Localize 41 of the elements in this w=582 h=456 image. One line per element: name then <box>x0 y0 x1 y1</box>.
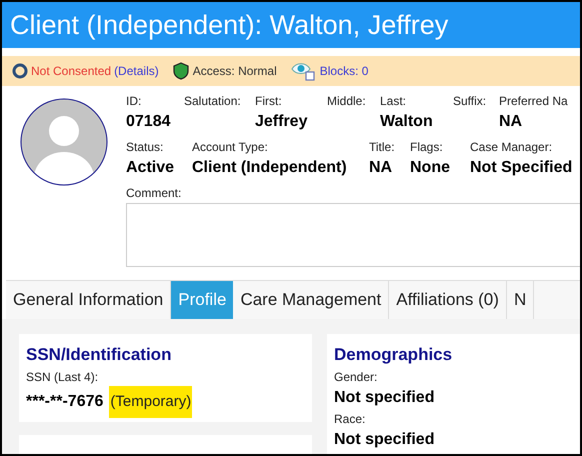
card-title: SSN/Identification <box>26 344 172 366</box>
field-value: Jeffrey <box>255 112 308 132</box>
field-label: Suffix: <box>453 93 486 110</box>
temporary-tag: (Temporary) <box>109 386 192 418</box>
field-value: 07184 <box>126 112 170 132</box>
field-label: ID: <box>126 93 142 110</box>
field-label: First: <box>255 93 282 110</box>
field-label: Flags: <box>410 139 443 156</box>
access-label: Access: Normal <box>192 63 277 80</box>
field-label: Middle: <box>327 93 366 110</box>
field-label: Salutation: <box>184 93 241 110</box>
comment-label: Comment: <box>126 185 182 202</box>
window-title: Client (Independent): Walton, Jeffrey <box>10 8 448 42</box>
field-value: ***-**-7676 <box>26 392 104 412</box>
consent-status: Not Consented <box>31 63 112 80</box>
field-value: Client (Independent) <box>192 158 347 178</box>
field-value: Walton <box>380 112 433 132</box>
field-label: Case Manager: <box>470 139 552 156</box>
field-value: Not Specified <box>470 158 572 178</box>
ring-icon <box>12 63 28 79</box>
blocks-link[interactable]: Blocks: 0 <box>320 62 368 80</box>
eye-icon <box>290 61 317 81</box>
field-label: Race: <box>334 410 366 428</box>
field-label: Last: <box>380 93 406 110</box>
comment-field[interactable] <box>126 203 580 267</box>
avatar-icon <box>20 98 108 186</box>
field-label: SSN (Last 4): <box>26 368 98 386</box>
field-value: NA <box>499 112 522 132</box>
shield-icon <box>172 62 189 80</box>
field-value: Not specified <box>334 430 434 450</box>
field-label: Preferred Na <box>499 93 568 110</box>
field-label: Title: <box>369 139 395 156</box>
field-label: Gender: <box>334 368 378 386</box>
field-label: Status: <box>126 139 164 156</box>
field-value: Not specified <box>334 388 434 408</box>
field-value: Active <box>126 158 174 178</box>
card-title: Demographics <box>334 344 452 366</box>
field-value: None <box>410 158 450 178</box>
details-link[interactable]: (Details) <box>114 62 159 80</box>
field-label: Account Type: <box>192 139 268 156</box>
field-value: NA <box>369 158 392 178</box>
